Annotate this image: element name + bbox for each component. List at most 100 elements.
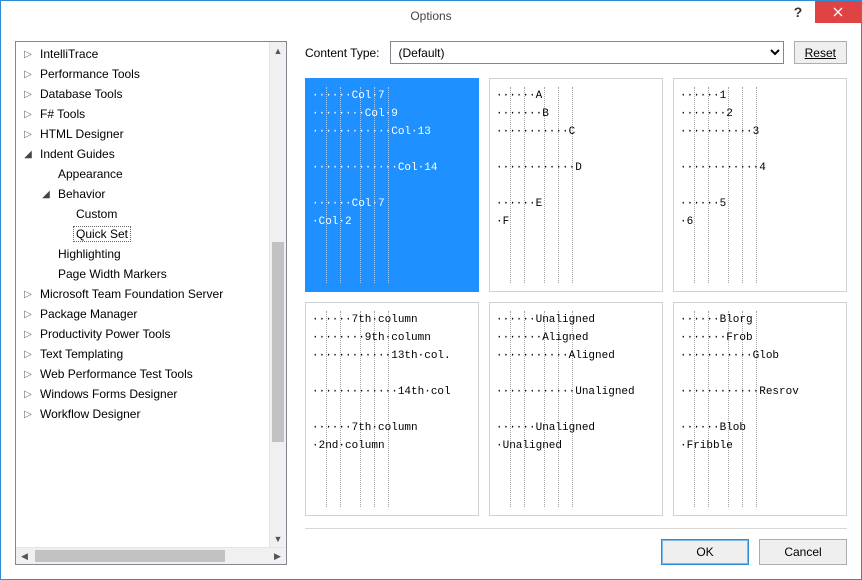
tree-item[interactable]: Page Width Markers bbox=[37, 264, 269, 284]
tree-item[interactable]: Quick Set bbox=[55, 224, 269, 244]
scroll-thumb[interactable] bbox=[272, 242, 284, 442]
reset-button[interactable]: Reset bbox=[794, 41, 847, 64]
tree-item-label: HTML Designer bbox=[37, 126, 127, 142]
category-tree[interactable]: ▷IntelliTrace▷Performance Tools▷Database… bbox=[16, 42, 269, 547]
help-button[interactable]: ? bbox=[781, 1, 815, 23]
tree-item[interactable]: ◢Behavior bbox=[37, 184, 269, 204]
close-button[interactable] bbox=[815, 1, 861, 23]
chevron-right-icon: ▷ bbox=[21, 367, 35, 381]
tree-item[interactable]: ▷Workflow Designer bbox=[19, 404, 269, 424]
chevron-right-icon: ▷ bbox=[21, 47, 35, 61]
indent-guide bbox=[340, 87, 341, 283]
content-type-label: Content Type: bbox=[305, 46, 380, 60]
indent-guide bbox=[572, 311, 573, 507]
preview-tile[interactable]: ······1 ·······2 ···········3 ··········… bbox=[673, 78, 847, 292]
titlebar: Options ? bbox=[1, 1, 861, 31]
tree-item[interactable]: ▷Package Manager bbox=[19, 304, 269, 324]
chevron-right-icon: ▷ bbox=[21, 67, 35, 81]
options-dialog: Options ? ▷IntelliTrace▷Performance Tool… bbox=[0, 0, 862, 580]
tree-item-label: Web Performance Test Tools bbox=[37, 366, 196, 382]
chevron-down-icon: ◢ bbox=[39, 187, 53, 201]
indent-guide bbox=[524, 87, 525, 283]
tree-item[interactable]: ▷Performance Tools bbox=[19, 64, 269, 84]
indent-guide bbox=[728, 87, 729, 283]
preview-tile[interactable]: ······7th·column ········9th·column ····… bbox=[305, 302, 479, 516]
tree-item-label: Productivity Power Tools bbox=[37, 326, 174, 342]
chevron-right-icon: ▷ bbox=[21, 287, 35, 301]
window-title: Options bbox=[1, 9, 861, 23]
tree-item-label: Performance Tools bbox=[37, 66, 143, 82]
scroll-down-button[interactable]: ▼ bbox=[270, 530, 286, 547]
indent-guide bbox=[510, 87, 511, 283]
tree-item[interactable]: ▷Web Performance Test Tools bbox=[19, 364, 269, 384]
content-type-row: Content Type: (Default) Reset bbox=[305, 41, 847, 64]
ok-button[interactable]: OK bbox=[661, 539, 749, 565]
tree-item[interactable]: Highlighting bbox=[37, 244, 269, 264]
vertical-scrollbar[interactable]: ▲ ▼ bbox=[269, 42, 286, 547]
indent-guide bbox=[510, 311, 511, 507]
preview-tile[interactable]: ······Blorg ·······Frob ···········Glob … bbox=[673, 302, 847, 516]
indent-guide bbox=[708, 87, 709, 283]
indent-guide bbox=[558, 87, 559, 283]
tree-item-label: Text Templating bbox=[37, 346, 126, 362]
tree-item[interactable]: ▷HTML Designer bbox=[19, 124, 269, 144]
scroll-up-button[interactable]: ▲ bbox=[270, 42, 286, 59]
indent-guide bbox=[708, 311, 709, 507]
tree-item-label: Page Width Markers bbox=[55, 266, 170, 282]
indent-guide bbox=[742, 87, 743, 283]
indent-guide bbox=[728, 311, 729, 507]
tree-item-label: Appearance bbox=[55, 166, 126, 182]
tree-item-label: F# Tools bbox=[37, 106, 88, 122]
indent-guide bbox=[756, 87, 757, 283]
preview-tile[interactable]: ······A ·······B ···········C ··········… bbox=[489, 78, 663, 292]
hscroll-thumb[interactable] bbox=[35, 550, 225, 562]
chevron-right-icon bbox=[39, 167, 53, 181]
tree-item[interactable]: ▷Windows Forms Designer bbox=[19, 384, 269, 404]
tree-item-label: Quick Set bbox=[73, 226, 131, 242]
tree-item[interactable]: ▷F# Tools bbox=[19, 104, 269, 124]
tree-item-label: Highlighting bbox=[55, 246, 124, 262]
horizontal-scrollbar[interactable]: ◀ ▶ bbox=[16, 547, 286, 564]
chevron-right-icon bbox=[39, 267, 53, 281]
indent-guide bbox=[326, 311, 327, 507]
indent-guide bbox=[558, 311, 559, 507]
indent-guide bbox=[544, 87, 545, 283]
chevron-right-icon bbox=[57, 227, 71, 241]
tree-item[interactable]: ▷IntelliTrace bbox=[19, 44, 269, 64]
chevron-down-icon: ◢ bbox=[21, 147, 35, 161]
chevron-right-icon: ▷ bbox=[21, 127, 35, 141]
cancel-button[interactable]: Cancel bbox=[759, 539, 847, 565]
close-icon bbox=[833, 7, 843, 17]
tree-item[interactable]: ▷Microsoft Team Foundation Server bbox=[19, 284, 269, 304]
tree-item[interactable]: ▷Text Templating bbox=[19, 344, 269, 364]
chevron-right-icon: ▷ bbox=[21, 87, 35, 101]
tree-item-label: Behavior bbox=[55, 186, 108, 202]
indent-guide bbox=[388, 311, 389, 507]
tree-item[interactable]: Custom bbox=[55, 204, 269, 224]
scroll-right-button[interactable]: ▶ bbox=[269, 551, 286, 562]
indent-guide bbox=[742, 311, 743, 507]
client-area: ▷IntelliTrace▷Performance Tools▷Database… bbox=[1, 31, 861, 579]
indent-guide bbox=[360, 87, 361, 283]
chevron-right-icon: ▷ bbox=[21, 347, 35, 361]
preview-tile[interactable]: ······Unaligned ·······Aligned ·········… bbox=[489, 302, 663, 516]
tree-item-label: Database Tools bbox=[37, 86, 126, 102]
tree-item[interactable]: Appearance bbox=[37, 164, 269, 184]
scroll-left-button[interactable]: ◀ bbox=[16, 551, 33, 562]
category-tree-panel: ▷IntelliTrace▷Performance Tools▷Database… bbox=[15, 41, 287, 565]
tree-item[interactable]: ◢Indent Guides bbox=[19, 144, 269, 164]
tree-item[interactable]: ▷Database Tools bbox=[19, 84, 269, 104]
preview-tile[interactable]: ······Col·7 ········Col·9 ············Co… bbox=[305, 78, 479, 292]
indent-guide bbox=[572, 87, 573, 283]
chevron-right-icon bbox=[57, 207, 71, 221]
tree-item[interactable]: ▷Productivity Power Tools bbox=[19, 324, 269, 344]
chevron-right-icon: ▷ bbox=[21, 407, 35, 421]
indent-guide bbox=[694, 311, 695, 507]
content-type-select[interactable]: (Default) bbox=[390, 41, 784, 64]
indent-guide bbox=[374, 311, 375, 507]
tree-item-label: Indent Guides bbox=[37, 146, 118, 162]
indent-guide bbox=[388, 87, 389, 283]
indent-guide bbox=[326, 87, 327, 283]
tree-item-label: Package Manager bbox=[37, 306, 140, 322]
chevron-right-icon: ▷ bbox=[21, 387, 35, 401]
